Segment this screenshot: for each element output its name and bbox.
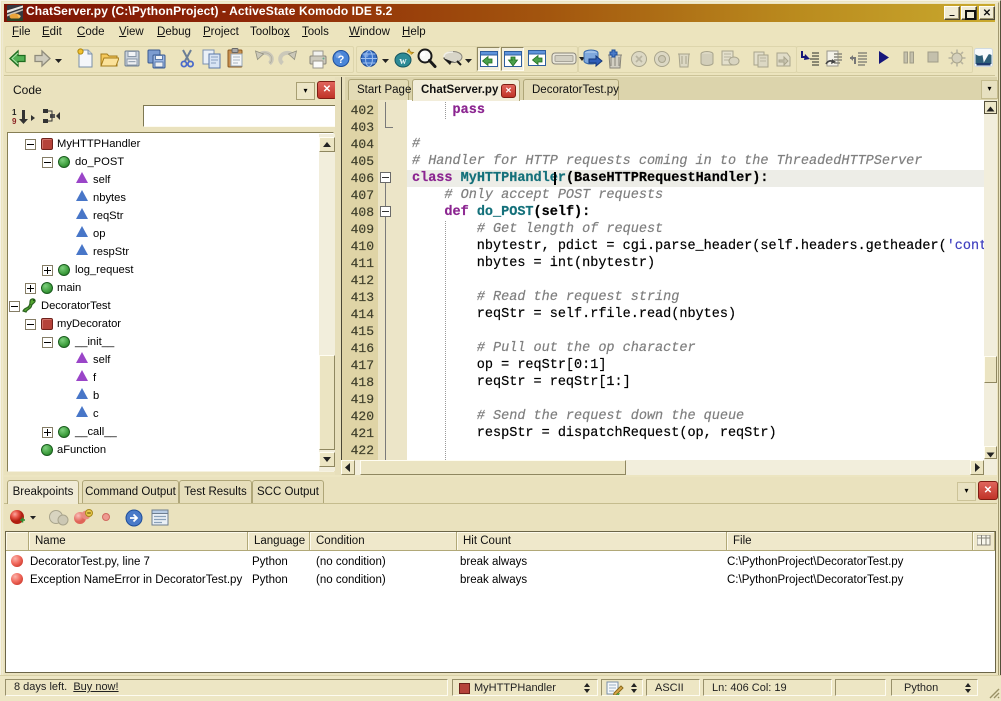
svg-text:w: w	[399, 56, 407, 67]
svg-text:1: 1	[12, 108, 17, 117]
svg-text:9: 9	[12, 117, 17, 125]
svg-text:?: ?	[338, 54, 345, 66]
